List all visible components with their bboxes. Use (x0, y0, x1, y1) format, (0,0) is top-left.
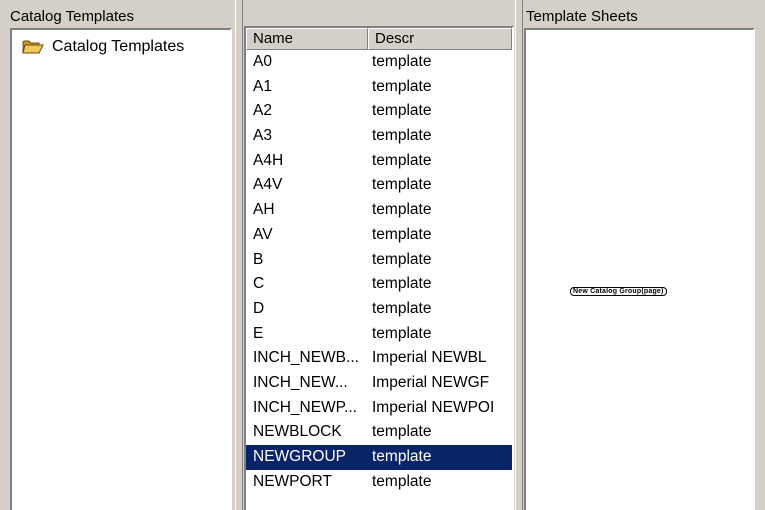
row-descr-cell: template (372, 127, 432, 145)
row-name-cell: AV (253, 225, 273, 243)
template-sheets-header: Template Sheets (526, 8, 756, 26)
row-descr-cell: template (372, 250, 432, 268)
row-name-cell: INCH_NEW... (253, 373, 348, 391)
row-name-cell: NEWGROUP (253, 448, 346, 465)
row-name-cell: NEWPORT (253, 472, 332, 490)
table-row[interactable]: NEWBLOCK template (246, 420, 512, 445)
row-descr-cell: Imperial NEWGF (372, 373, 490, 391)
row-name-cell: A1 (253, 77, 272, 95)
row-descr-cell: template (372, 448, 432, 465)
row-descr-cell: template (372, 102, 432, 120)
table-row[interactable]: INCH_NEWB... Imperial NEWBL (246, 346, 512, 371)
row-name-cell: INCH_NEWP... (253, 398, 357, 416)
tree-item-catalog-templates[interactable]: Catalog Templates (22, 38, 184, 56)
row-name-cell: E (253, 324, 264, 342)
sheet-preview-label[interactable]: New Catalog Group(page) (570, 287, 667, 296)
table-row[interactable]: Dtemplate (246, 297, 512, 322)
catalog-templates-window: Catalog Templates Catalog Templates Name… (0, 0, 765, 510)
row-descr-cell: template (372, 324, 432, 342)
table-row[interactable]: Btemplate (246, 248, 512, 273)
row-name-cell: B (253, 250, 264, 268)
row-descr-cell: Imperial NEWPOI (372, 398, 495, 416)
template-list: A0 template A1 template A2 template A3 template… (246, 50, 512, 494)
row-name-cell: A2 (253, 102, 272, 120)
tree-item-label: Catalog Templates (52, 38, 185, 55)
table-row[interactable]: AH template (246, 198, 512, 223)
table-row[interactable]: A1 template (246, 75, 512, 100)
row-descr-cell: Imperial NEWBL (372, 349, 487, 367)
table-row[interactable]: A2 template (246, 99, 512, 124)
row-name-cell: INCH_NEWB... (253, 349, 359, 367)
table-row[interactable]: A4H template (246, 149, 512, 174)
row-name-cell: A4H (253, 151, 284, 169)
row-name-cell: NEWBLOCK (253, 423, 342, 441)
table-row[interactable]: Etemplate (246, 322, 512, 347)
template-list-panel[interactable]: Name Descr A0 template A1 template A2 templat… (244, 26, 514, 510)
row-name-cell: D (253, 299, 265, 317)
table-row[interactable]: A0 template (246, 50, 512, 75)
row-name-cell: A0 (253, 53, 272, 70)
row-descr-cell: template (372, 77, 432, 95)
row-name-cell: AH (253, 201, 275, 219)
row-descr-cell: template (372, 299, 432, 317)
table-row[interactable]: INCH_NEWP... Imperial NEWPOI (246, 396, 512, 421)
row-descr-cell: template (372, 151, 432, 169)
template-sheets-panel[interactable]: New Catalog Group(page) (524, 28, 755, 510)
list-column-headers: Name Descr (246, 28, 512, 50)
row-descr-cell: template (372, 225, 432, 243)
row-name-cell: A3 (253, 127, 272, 145)
left-splitter[interactable] (235, 0, 243, 510)
row-name-cell: C (253, 275, 265, 293)
catalog-tree-panel[interactable]: Catalog Templates (10, 28, 232, 510)
catalog-templates-header: Catalog Templates (10, 8, 230, 26)
column-header-descr[interactable]: Descr (368, 28, 512, 50)
table-row[interactable]: A3 template (246, 124, 512, 149)
row-name-cell: A4V (253, 176, 283, 194)
row-descr-cell: template (372, 472, 432, 490)
table-row[interactable]: NEWGROUP template (246, 445, 512, 470)
table-row[interactable]: NEWPORT template (246, 470, 512, 495)
table-row[interactable]: INCH_NEW... Imperial NEWGF (246, 371, 512, 396)
row-descr-cell: template (372, 423, 432, 441)
table-row[interactable]: A4V template (246, 173, 512, 198)
table-row[interactable]: AV template (246, 223, 512, 248)
row-descr-cell: template (372, 275, 432, 293)
column-header-name[interactable]: Name (246, 28, 368, 50)
table-row[interactable]: Ctemplate (246, 272, 512, 297)
right-splitter[interactable] (515, 0, 523, 510)
row-descr-cell: template (372, 176, 432, 194)
row-descr-cell: template (372, 201, 432, 219)
open-folder-icon (22, 39, 44, 55)
row-descr-cell: template (372, 53, 432, 70)
